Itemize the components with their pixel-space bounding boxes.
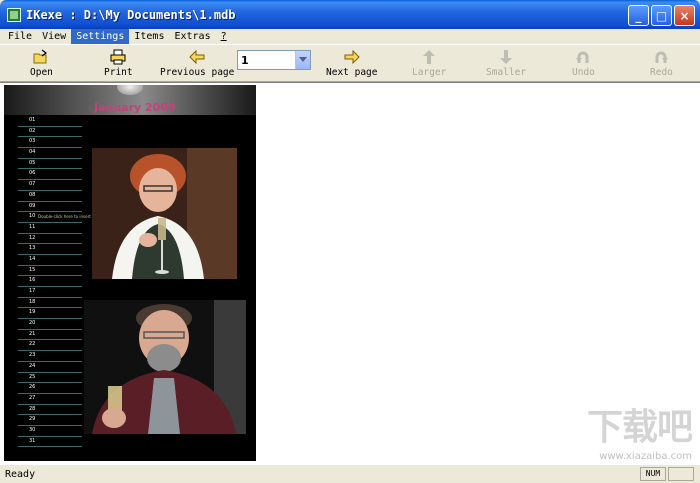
redo-icon xyxy=(652,49,670,65)
calendar-page[interactable]: January 2009 01 02 03 04 05 06 07 08 09 … xyxy=(4,85,256,461)
page-select[interactable]: 1 xyxy=(237,50,311,70)
calendar-title: January 2009 xyxy=(94,101,176,114)
day-row[interactable]: 11 xyxy=(18,223,82,234)
day-row[interactable]: 08 xyxy=(18,191,82,202)
photo-woman-champagne[interactable] xyxy=(92,148,237,279)
day-row[interactable]: 19 xyxy=(18,308,82,320)
status-panel xyxy=(668,467,694,481)
larger-button[interactable]: Larger xyxy=(412,49,446,81)
day-row[interactable]: 06 xyxy=(18,169,82,181)
day-row[interactable]: 14 xyxy=(18,255,82,266)
undo-icon xyxy=(574,49,592,65)
day-row[interactable]: 21 xyxy=(18,330,82,341)
page-select-value: 1 xyxy=(241,53,249,67)
watermark-url: www.xiazaiba.com xyxy=(599,451,692,462)
day-row[interactable]: 15 xyxy=(18,266,82,277)
day-row[interactable]: 04 xyxy=(18,148,82,159)
arrow-down-icon xyxy=(497,49,515,65)
menu-help[interactable]: ? xyxy=(216,29,232,44)
toolbar: Open Print Previous page 1 Next page Lar… xyxy=(0,44,700,82)
day-row[interactable]: 13 xyxy=(18,244,82,255)
app-icon[interactable] xyxy=(7,7,21,22)
status-text: Ready xyxy=(5,468,36,480)
day-row[interactable]: 16 xyxy=(18,276,82,287)
menu-file[interactable]: File xyxy=(3,29,37,44)
day-row[interactable]: 18 xyxy=(18,298,82,309)
arrow-up-icon xyxy=(420,49,438,65)
day-row[interactable]: 09 xyxy=(18,202,82,213)
day-row[interactable]: 30 xyxy=(18,426,82,437)
printer-icon xyxy=(109,49,127,65)
day-row[interactable]: 29 xyxy=(18,415,82,426)
undo-button[interactable]: Undo xyxy=(572,49,595,81)
menu-view[interactable]: View xyxy=(37,29,71,44)
day-row[interactable]: 22 xyxy=(18,340,82,352)
title-bar[interactable]: IKexe : D:\My Documents\1.mdb _ □ × xyxy=(0,0,700,29)
open-label: Open xyxy=(30,67,53,78)
next-page-label: Next page xyxy=(326,67,378,78)
day-row[interactable]: 03 xyxy=(18,137,82,149)
day-note: Double-click here to insert text xyxy=(38,214,100,220)
day-row[interactable]: 25 xyxy=(18,373,82,384)
photo-man-champagne[interactable] xyxy=(84,300,246,434)
smaller-label: Smaller xyxy=(486,67,527,78)
menu-extras[interactable]: Extras xyxy=(169,29,215,44)
status-bar: Ready NUM xyxy=(0,464,700,483)
redo-button[interactable]: Redo xyxy=(650,49,673,81)
day-number: 10 xyxy=(29,213,36,220)
window-controls: _ □ × xyxy=(628,5,695,26)
open-folder-icon xyxy=(32,49,50,65)
close-button[interactable]: × xyxy=(674,5,695,26)
open-button[interactable]: Open xyxy=(30,49,53,81)
day-row[interactable]: 24 xyxy=(18,362,82,373)
day-row[interactable]: 31 xyxy=(18,437,82,448)
calendar-ring-decoration xyxy=(117,85,143,95)
day-row[interactable]: 26 xyxy=(18,383,82,394)
larger-label: Larger xyxy=(412,67,447,78)
day-row[interactable]: 05 xyxy=(18,159,82,170)
print-button[interactable]: Print xyxy=(104,49,133,81)
day-row[interactable]: 27 xyxy=(18,394,82,405)
smaller-button[interactable]: Smaller xyxy=(486,49,526,81)
minimize-button[interactable]: _ xyxy=(628,5,649,26)
next-page-button[interactable]: Next page xyxy=(326,49,377,81)
day-row[interactable]: 20 xyxy=(18,319,82,330)
calendar-day-list: 01 02 03 04 05 06 07 08 09 10 Double-cli… xyxy=(18,116,100,448)
arrow-left-icon xyxy=(188,49,206,65)
chevron-down-icon[interactable] xyxy=(295,51,310,69)
menu-items[interactable]: Items xyxy=(129,29,169,44)
day-row[interactable]: 02 xyxy=(18,127,82,138)
day-row[interactable]: 07 xyxy=(18,180,82,191)
previous-page-label: Previous page xyxy=(160,67,235,78)
day-row[interactable]: 12 xyxy=(18,234,82,245)
calendar-header: January 2009 xyxy=(4,85,256,115)
day-row[interactable]: 17 xyxy=(18,287,82,298)
arrow-right-icon xyxy=(343,49,361,65)
day-row[interactable]: 23 xyxy=(18,351,82,362)
undo-label: Undo xyxy=(572,67,595,78)
day-row[interactable]: 01 xyxy=(18,116,82,127)
num-lock-indicator: NUM xyxy=(640,467,666,481)
menu-bar: File View Settings Items Extras ? xyxy=(0,29,700,44)
day-row-10[interactable]: 10 Double-click here to insert text xyxy=(18,212,100,223)
document-workspace[interactable]: January 2009 01 02 03 04 05 06 07 08 09 … xyxy=(0,82,700,464)
watermark-logo: 下载吧 xyxy=(586,407,693,448)
menu-settings[interactable]: Settings xyxy=(71,29,130,44)
previous-page-button[interactable]: Previous page xyxy=(160,49,234,81)
day-row[interactable]: 28 xyxy=(18,405,82,416)
maximize-button[interactable]: □ xyxy=(651,5,672,26)
print-label: Print xyxy=(104,67,133,78)
window-title: IKexe : D:\My Documents\1.mdb xyxy=(26,7,236,22)
redo-label: Redo xyxy=(650,67,673,78)
